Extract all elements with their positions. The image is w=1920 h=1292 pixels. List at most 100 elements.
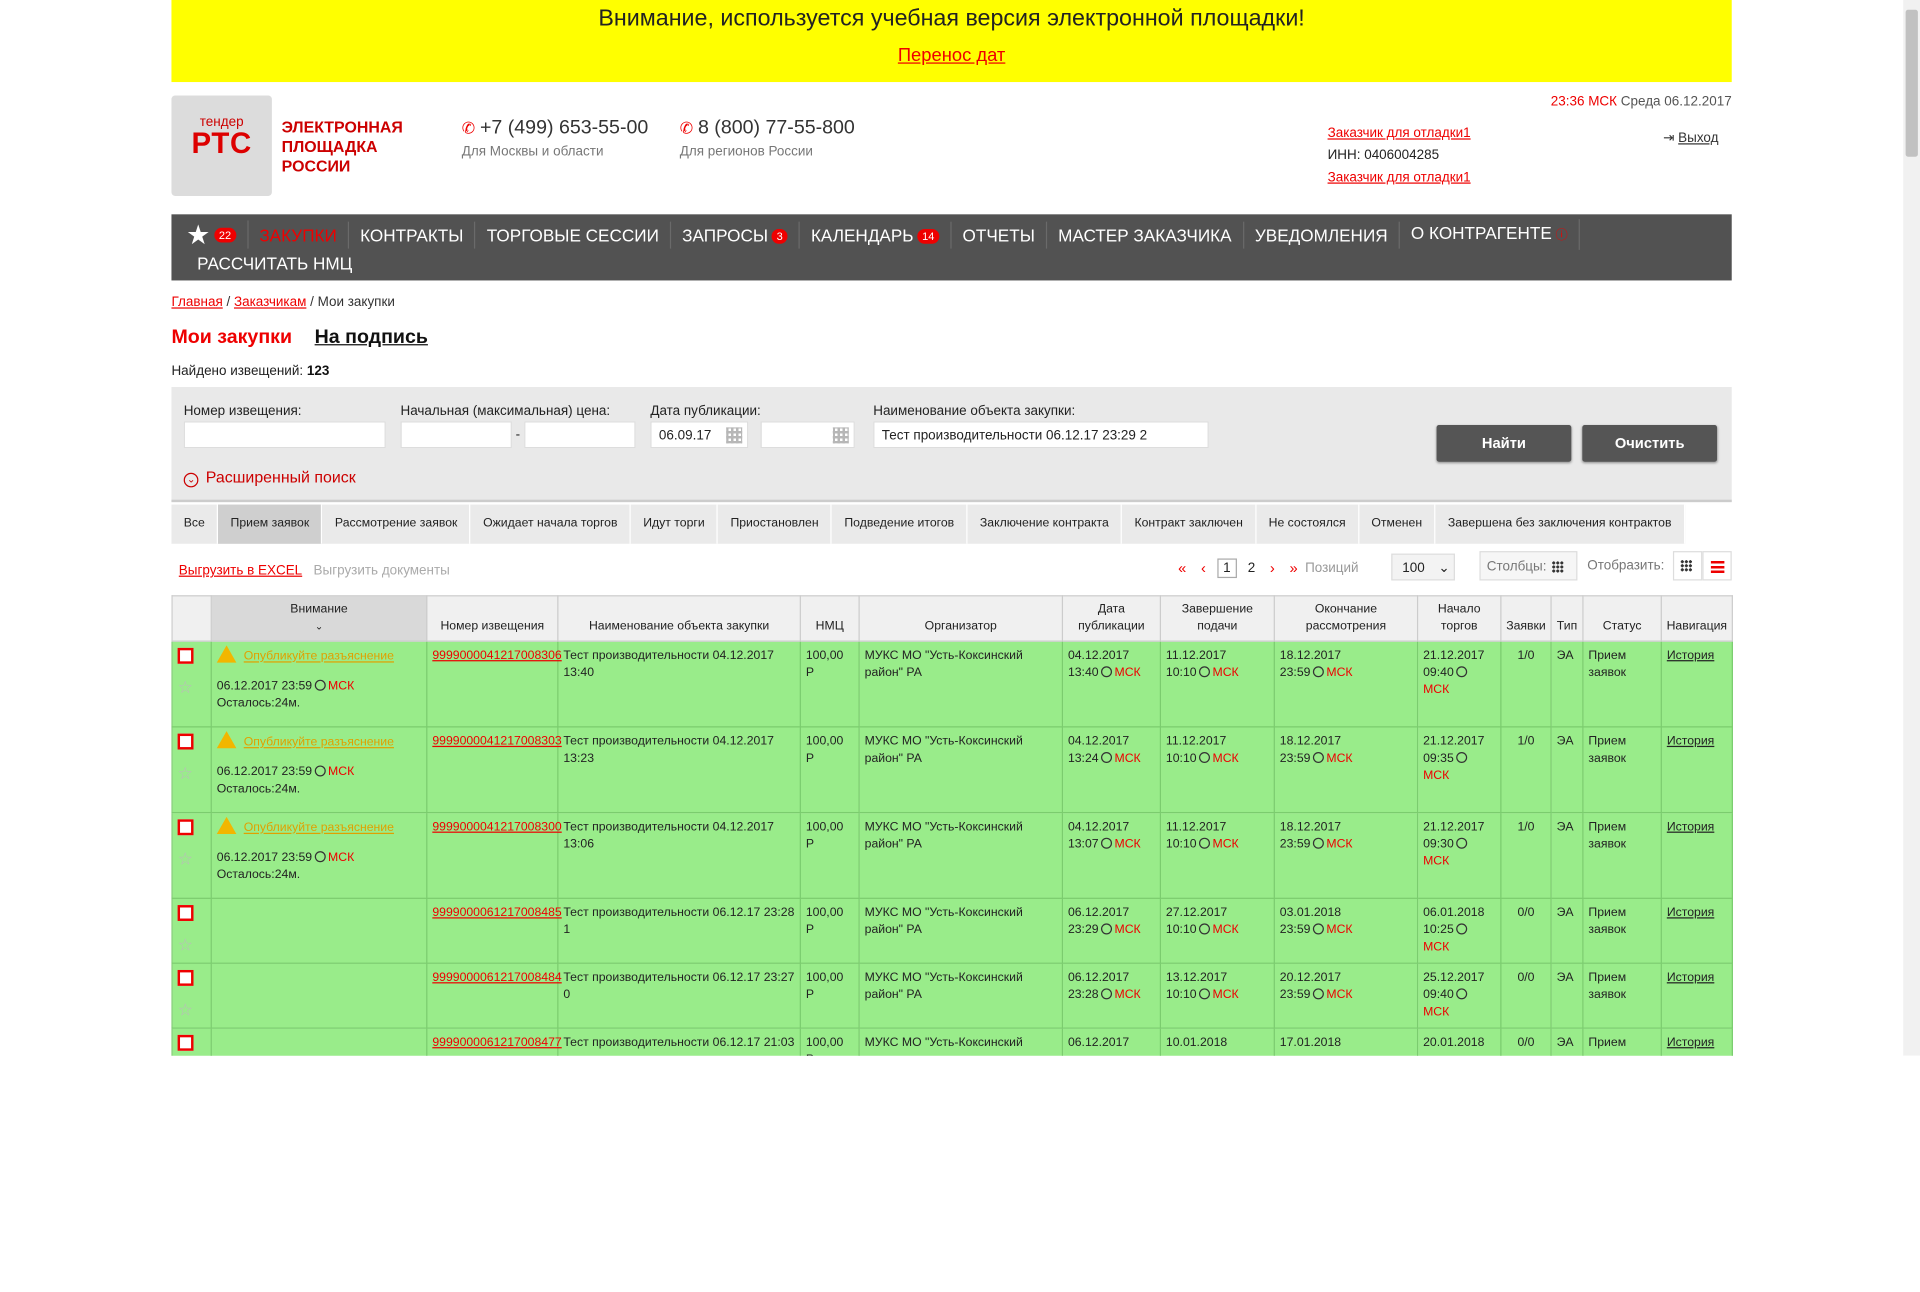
tab-accepting[interactable]: Прием заявок bbox=[218, 504, 323, 544]
publish-clarification-link[interactable]: Опубликуйте разъяснение bbox=[244, 821, 394, 834]
table-row[interactable]: ☆ Опубликуйте разъяснение 06.12.2017 23:… bbox=[171, 811, 1733, 899]
prev-page-icon[interactable]: ‹ bbox=[1201, 560, 1206, 577]
col-bids[interactable]: Заявки bbox=[1500, 595, 1552, 642]
col-nmc[interactable]: НМЦ bbox=[799, 595, 860, 642]
nav-item-arm-sab[interactable]: АРМ САБ bbox=[171, 277, 1731, 297]
notice-number-link[interactable]: 9999000061217008484 bbox=[432, 971, 561, 984]
page-2[interactable]: 2 bbox=[1248, 561, 1256, 576]
row-checkbox[interactable] bbox=[177, 819, 194, 836]
favorites[interactable]: ★ 22 bbox=[186, 220, 249, 249]
notice-number-link[interactable]: 9999000061217008477 bbox=[432, 1036, 561, 1049]
tab-my-purchases[interactable]: Мои закупки bbox=[171, 327, 292, 348]
view-grid-button[interactable] bbox=[1672, 551, 1703, 581]
history-link[interactable]: История bbox=[1667, 649, 1714, 662]
col-attention[interactable]: Внимание ⌄ bbox=[210, 595, 428, 642]
history-link[interactable]: История bbox=[1667, 1036, 1714, 1049]
export-docs-link[interactable]: Выгрузить документы bbox=[314, 563, 450, 578]
notice-number-link[interactable]: 9999000041217008303 bbox=[432, 735, 561, 748]
notice-number-link[interactable]: 9999000041217008306 bbox=[432, 649, 561, 662]
tab-trading[interactable]: Идут торги bbox=[631, 504, 719, 544]
col-start[interactable]: Начало торгов bbox=[1416, 595, 1502, 642]
notice-number-link[interactable]: 9999000061217008485 bbox=[432, 906, 561, 919]
nav-item-reports[interactable]: ОТЧЕТЫ bbox=[952, 221, 1048, 249]
table-row[interactable]: ☆ 9999000061217008484 Тест производитель… bbox=[171, 962, 1733, 1029]
notice-number-input[interactable] bbox=[183, 421, 386, 449]
tab-suspended[interactable]: Приостановлен bbox=[718, 504, 833, 544]
history-link[interactable]: История bbox=[1667, 971, 1714, 984]
logout[interactable]: ⇥ Выход bbox=[1663, 130, 1718, 146]
nav-item-counterparty[interactable]: О КОНТРАГЕНТЕ ⓘ bbox=[1400, 219, 1580, 250]
extended-search[interactable]: ⌄ Расширенный поиск bbox=[183, 468, 356, 488]
logo[interactable]: тендер РТС bbox=[171, 95, 272, 196]
row-checkbox[interactable] bbox=[177, 647, 194, 664]
star-icon[interactable]: ☆ bbox=[178, 1001, 206, 1018]
history-link[interactable]: История bbox=[1667, 821, 1714, 834]
nav-item-calc-nmc[interactable]: РАССЧИТАТЬ НМЦ bbox=[186, 250, 363, 277]
star-icon[interactable]: ☆ bbox=[178, 764, 206, 781]
table-row[interactable]: ☆ 9999000061217008485 Тест производитель… bbox=[171, 897, 1733, 964]
col-end[interactable]: Завершение подачи bbox=[1159, 595, 1275, 642]
price-from-input[interactable] bbox=[400, 421, 512, 449]
table-row[interactable]: ☆ 9999000061217008477 Тест производитель… bbox=[171, 1027, 1733, 1056]
tab-failed[interactable]: Не состоялся bbox=[1256, 504, 1360, 544]
nav-item-purchases[interactable]: ЗАКУПКИ bbox=[248, 221, 350, 249]
nav-item-requests[interactable]: ЗАПРОСЫ 3 bbox=[671, 221, 800, 249]
object-name-input[interactable]: Тест производительности 06.12.17 23:29 2 bbox=[873, 421, 1209, 449]
tab-cancelled[interactable]: Отменен bbox=[1359, 504, 1436, 544]
star-icon[interactable]: ☆ bbox=[178, 678, 206, 695]
row-checkbox[interactable] bbox=[177, 969, 194, 986]
col-status[interactable]: Статус bbox=[1582, 595, 1662, 642]
nav-item-calendar[interactable]: КАЛЕНДАРЬ 14 bbox=[800, 221, 952, 249]
user-name-link[interactable]: Заказчик для отладки1 bbox=[1328, 126, 1471, 141]
nav-item-notifications[interactable]: УВЕДОМЛЕНИЯ bbox=[1244, 221, 1400, 249]
price-to-input[interactable] bbox=[524, 421, 636, 449]
nav-item-customer-wizard[interactable]: МАСТЕР ЗАКАЗЧИКА bbox=[1047, 221, 1244, 249]
tab-contracting[interactable]: Заключение контракта bbox=[968, 504, 1123, 544]
col-name[interactable]: Наименование объекта закупки bbox=[557, 595, 801, 642]
row-checkbox[interactable] bbox=[177, 733, 194, 750]
breadcrumb-home[interactable]: Главная bbox=[171, 295, 222, 310]
tab-results[interactable]: Подведение итогов bbox=[832, 504, 968, 544]
table-row[interactable]: ☆ Опубликуйте разъяснение 06.12.2017 23:… bbox=[171, 726, 1733, 814]
row-checkbox[interactable] bbox=[177, 905, 194, 921]
tab-finished-no-contract[interactable]: Завершена без заключения контрактов bbox=[1436, 504, 1685, 544]
per-page-select[interactable]: 100 ⌄ bbox=[1391, 553, 1455, 581]
publish-clarification-link[interactable]: Опубликуйте разъяснение bbox=[244, 736, 394, 749]
nav-item-contracts[interactable]: КОНТРАКТЫ bbox=[349, 221, 476, 249]
org-name-link[interactable]: Заказчик для отладки1 bbox=[1328, 170, 1471, 185]
col-review[interactable]: Окончание рассмотрения bbox=[1273, 595, 1419, 642]
calendar-icon[interactable] bbox=[726, 427, 743, 444]
scroll-thumb[interactable] bbox=[1905, 9, 1918, 157]
clear-button[interactable]: Очистить bbox=[1582, 424, 1718, 462]
col-pub[interactable]: Дата публикации bbox=[1061, 595, 1162, 642]
tab-awaiting[interactable]: Ожидает начала торгов bbox=[471, 504, 631, 544]
find-button[interactable]: Найти bbox=[1436, 424, 1572, 462]
export-excel-link[interactable]: Выгрузить в EXCEL bbox=[179, 563, 302, 578]
star-icon[interactable]: ☆ bbox=[178, 850, 206, 867]
history-link[interactable]: История bbox=[1667, 906, 1714, 919]
tab-reviewing[interactable]: Рассмотрение заявок bbox=[323, 504, 471, 544]
notice-number-link[interactable]: 9999000041217008300 bbox=[432, 821, 561, 834]
history-link[interactable]: История bbox=[1667, 735, 1714, 748]
view-list-button[interactable] bbox=[1702, 551, 1732, 581]
tab-to-sign[interactable]: На подпись bbox=[315, 327, 428, 348]
logout-link[interactable]: Выход bbox=[1678, 131, 1718, 146]
table-row[interactable]: ☆ Опубликуйте разъяснение 06.12.2017 23:… bbox=[171, 640, 1733, 728]
first-page-icon[interactable]: « bbox=[1178, 560, 1186, 577]
date-transfer-link[interactable]: Перенос дат bbox=[898, 45, 1005, 66]
calendar-icon[interactable] bbox=[832, 427, 849, 444]
columns-button[interactable]: Столбцы: bbox=[1479, 551, 1578, 581]
star-icon[interactable]: ☆ bbox=[178, 936, 206, 953]
col-org[interactable]: Организатор bbox=[858, 595, 1064, 642]
tab-all[interactable]: Все bbox=[171, 504, 219, 544]
col-number[interactable]: Номер извещения bbox=[426, 595, 559, 642]
tab-contract-signed[interactable]: Контракт заключен bbox=[1122, 504, 1257, 544]
vertical-scrollbar[interactable] bbox=[1903, 0, 1920, 1056]
breadcrumb-customers[interactable]: Заказчикам bbox=[234, 295, 306, 310]
date-to-input[interactable] bbox=[760, 421, 855, 449]
last-page-icon[interactable]: » bbox=[1290, 560, 1298, 577]
next-page-icon[interactable]: › bbox=[1270, 560, 1275, 577]
publish-clarification-link[interactable]: Опубликуйте разъяснение bbox=[244, 650, 394, 663]
nav-item-trade-sessions[interactable]: ТОРГОВЫЕ СЕССИИ bbox=[476, 221, 672, 249]
row-checkbox[interactable] bbox=[177, 1034, 194, 1051]
